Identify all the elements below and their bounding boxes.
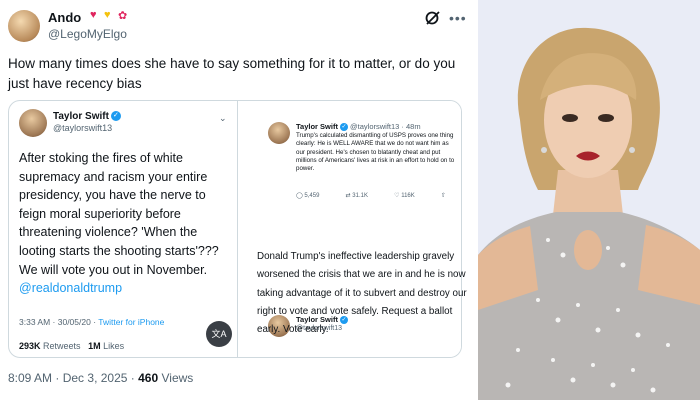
embed-right-text-1: Trump's calculated dismantling of USPS p…: [296, 132, 455, 173]
embed-left-meta: 3:33 AM · 30/05/20 · Twitter for iPhone: [19, 317, 165, 327]
embed-left-name: Taylor Swift ✓: [53, 111, 121, 122]
more-options-icon[interactable]: •••: [449, 10, 467, 26]
embedded-tweet-left: Taylor Swift ✓ @taylorswift13 ⌄ After sto…: [9, 101, 237, 357]
like-icon: ♡ 116K: [394, 193, 415, 199]
tweet-date[interactable]: Dec 3, 2025: [63, 371, 128, 385]
verified-icon: ✓: [339, 123, 348, 132]
embed-right-avatar-1: [268, 122, 290, 144]
author-handle[interactable]: @LegoMyElgo: [48, 27, 127, 41]
embed-right-actions-1: ◯ 5,459 ⇄ 31.1K ♡ 116K ⇧: [296, 192, 446, 199]
gift-icon: ✿: [118, 10, 128, 22]
views-label: Views: [161, 371, 194, 385]
tweet-meta: 8:09 AM · Dec 3, 2025 · 460 Views: [8, 371, 194, 385]
tweet-time[interactable]: 8:09 AM: [8, 371, 52, 385]
share-icon: ⇧: [440, 193, 446, 199]
grok-icon[interactable]: [424, 9, 442, 27]
yellow-heart-icon: ♥: [104, 9, 111, 21]
verified-icon: ✓: [110, 111, 121, 122]
red-heart-icon: ♥: [90, 9, 97, 21]
embed-avatar: [19, 109, 47, 137]
views-count[interactable]: 460: [138, 371, 158, 385]
embed-left-mention: @realdonaldtrump: [19, 281, 123, 296]
embed-left-stats: 293K Retweets 1M Likes: [19, 341, 125, 351]
author-name[interactable]: Ando: [48, 10, 81, 25]
embed-right-text-2: Donald Trump's ineffective leadership gr…: [257, 251, 467, 336]
tweet-text: How many times does she have to say some…: [8, 56, 456, 91]
chevron-down-icon: ⌄: [219, 113, 227, 123]
taylor-swift-photo: [478, 27, 700, 400]
embed-right-name-1: Taylor Swift ✓ @taylorswift13 · 48m: [296, 122, 421, 132]
author-avatar[interactable]: [8, 10, 40, 42]
reply-icon: ◯ 5,459: [296, 193, 320, 199]
retweet-icon: ⇄ 31.1K: [345, 193, 368, 199]
photo-panel: [478, 0, 700, 400]
author-emojis: ♥ ♥ ✿: [90, 9, 130, 22]
embed-left-handle: @taylorswift13: [53, 123, 113, 133]
translate-icon[interactable]: 文A: [206, 321, 232, 347]
embed-left-text: After stoking the fires of white suprema…: [19, 151, 219, 296]
